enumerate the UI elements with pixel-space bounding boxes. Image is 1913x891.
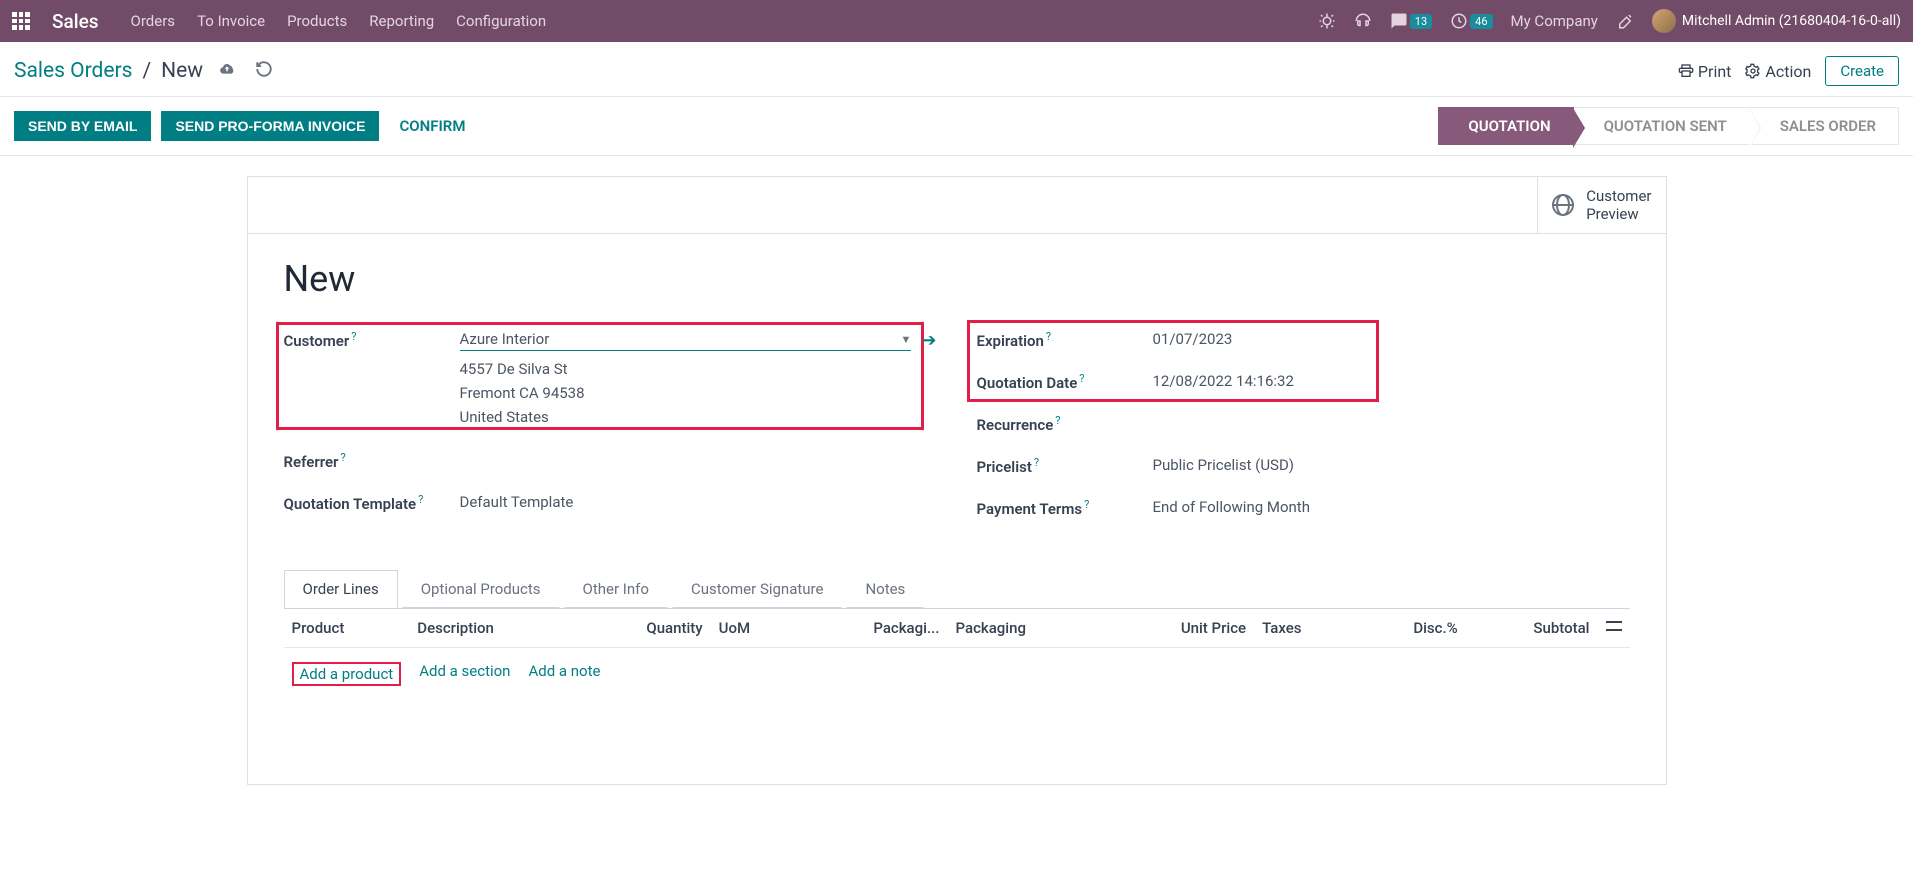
th-packaging[interactable]: Packaging [947,609,1105,648]
referrer-label: Referrer? [284,451,460,471]
messages-badge: 13 [1410,14,1432,29]
create-button[interactable]: Create [1825,56,1899,86]
nav-configuration[interactable]: Configuration [456,12,546,30]
clock-icon[interactable]: 46 [1450,12,1492,30]
add-section-link[interactable]: Add a section [419,662,510,686]
action-button[interactable]: Action [1745,62,1811,81]
tools-icon[interactable] [1616,12,1634,30]
apps-icon[interactable] [12,12,30,30]
messages-icon[interactable]: 13 [1390,12,1432,30]
tabs: Order Lines Optional Products Other Info… [284,570,1630,608]
status-bar: QUOTATION QUOTATION SENT SALES ORDER [1438,107,1899,145]
nav-orders[interactable]: Orders [131,12,176,30]
status-quotation-sent[interactable]: QUOTATION SENT [1574,107,1750,145]
chevron-down-icon[interactable]: ▼ [901,333,912,346]
send-proforma-button[interactable]: SEND PRO-FORMA INVOICE [161,111,379,141]
expiration-input[interactable]: 01/07/2023 [1153,330,1630,348]
form-sheet: Customer Preview New Customer? Azure Int… [247,176,1667,785]
breadcrumb-row: Sales Orders / New Print Action Create [0,42,1913,97]
tab-customer-signature[interactable]: Customer Signature [672,570,843,608]
customer-input[interactable]: Azure Interior ▼ [460,330,912,351]
tab-order-lines[interactable]: Order Lines [284,570,398,608]
customer-label: Customer? [284,330,460,350]
status-sales-order[interactable]: SALES ORDER [1750,107,1899,145]
bug-icon[interactable] [1318,12,1336,30]
pricelist-label: Pricelist? [977,456,1153,476]
send-email-button[interactable]: SEND BY EMAIL [14,111,151,141]
customer-link-icon[interactable]: ➔ [921,330,936,351]
th-taxes[interactable]: Taxes [1254,609,1355,648]
sliders-icon [1606,619,1622,633]
quotation-date-input[interactable]: 12/08/2022 14:16:32 [1153,372,1630,390]
th-uom[interactable]: UoM [711,609,798,648]
highlight-add-product: Add a product [292,662,402,686]
avatar [1652,9,1676,33]
th-disc[interactable]: Disc.% [1355,609,1465,648]
breadcrumb-root[interactable]: Sales Orders [14,59,132,83]
nav-reporting[interactable]: Reporting [369,12,434,30]
user-name: Mitchell Admin (21680404-16-0-all) [1682,13,1901,29]
customer-address: 4557 De Silva St Fremont CA 94538 United… [460,357,937,429]
brand-title[interactable]: Sales [52,10,99,33]
user-menu[interactable]: Mitchell Admin (21680404-16-0-all) [1652,9,1901,33]
expiration-label: Expiration? [977,330,1153,350]
th-columns-settings[interactable] [1598,609,1630,648]
nav-products[interactable]: Products [287,12,347,30]
pricelist-input[interactable]: Public Pricelist (USD) [1153,456,1630,474]
th-subtotal[interactable]: Subtotal [1466,609,1598,648]
add-product-link[interactable]: Add a product [300,665,394,683]
tab-other-info[interactable]: Other Info [564,570,668,608]
th-product[interactable]: Product [284,609,410,648]
globe-icon [1552,194,1574,216]
recurrence-label: Recurrence? [977,414,1153,434]
tab-notes[interactable]: Notes [846,570,924,608]
breadcrumb-current: New [161,59,203,83]
order-lines-table: Product Description Quantity UoM Packagi… [284,609,1630,760]
company-switcher[interactable]: My Company [1511,12,1598,30]
status-quotation[interactable]: QUOTATION [1438,107,1573,145]
discard-icon[interactable] [255,60,273,82]
confirm-button[interactable]: CONFIRM [399,117,465,135]
th-unit-price[interactable]: Unit Price [1106,609,1255,648]
clock-badge: 46 [1470,14,1492,29]
top-navbar: Sales Orders To Invoice Products Reporti… [0,0,1913,42]
page-title: New [284,258,1630,300]
nav-to-invoice[interactable]: To Invoice [197,12,265,30]
th-quantity[interactable]: Quantity [579,609,711,648]
th-packaging-qty[interactable]: Packagi... [797,609,947,648]
quotation-template-input[interactable]: Default Template [460,493,937,511]
th-description[interactable]: Description [409,609,578,648]
customer-preview-button[interactable]: Customer Preview [1537,177,1665,233]
support-icon[interactable] [1354,12,1372,30]
cloud-save-icon[interactable] [217,60,237,82]
quotation-date-label: Quotation Date? [977,372,1153,392]
action-row: SEND BY EMAIL SEND PRO-FORMA INVOICE CON… [0,97,1913,156]
print-button[interactable]: Print [1678,62,1731,81]
payment-terms-input[interactable]: End of Following Month [1153,498,1630,516]
tab-optional-products[interactable]: Optional Products [402,570,560,608]
payment-terms-label: Payment Terms? [977,498,1153,518]
quotation-template-label: Quotation Template? [284,493,460,513]
breadcrumb: Sales Orders / New [14,59,203,83]
add-note-link[interactable]: Add a note [528,662,600,686]
